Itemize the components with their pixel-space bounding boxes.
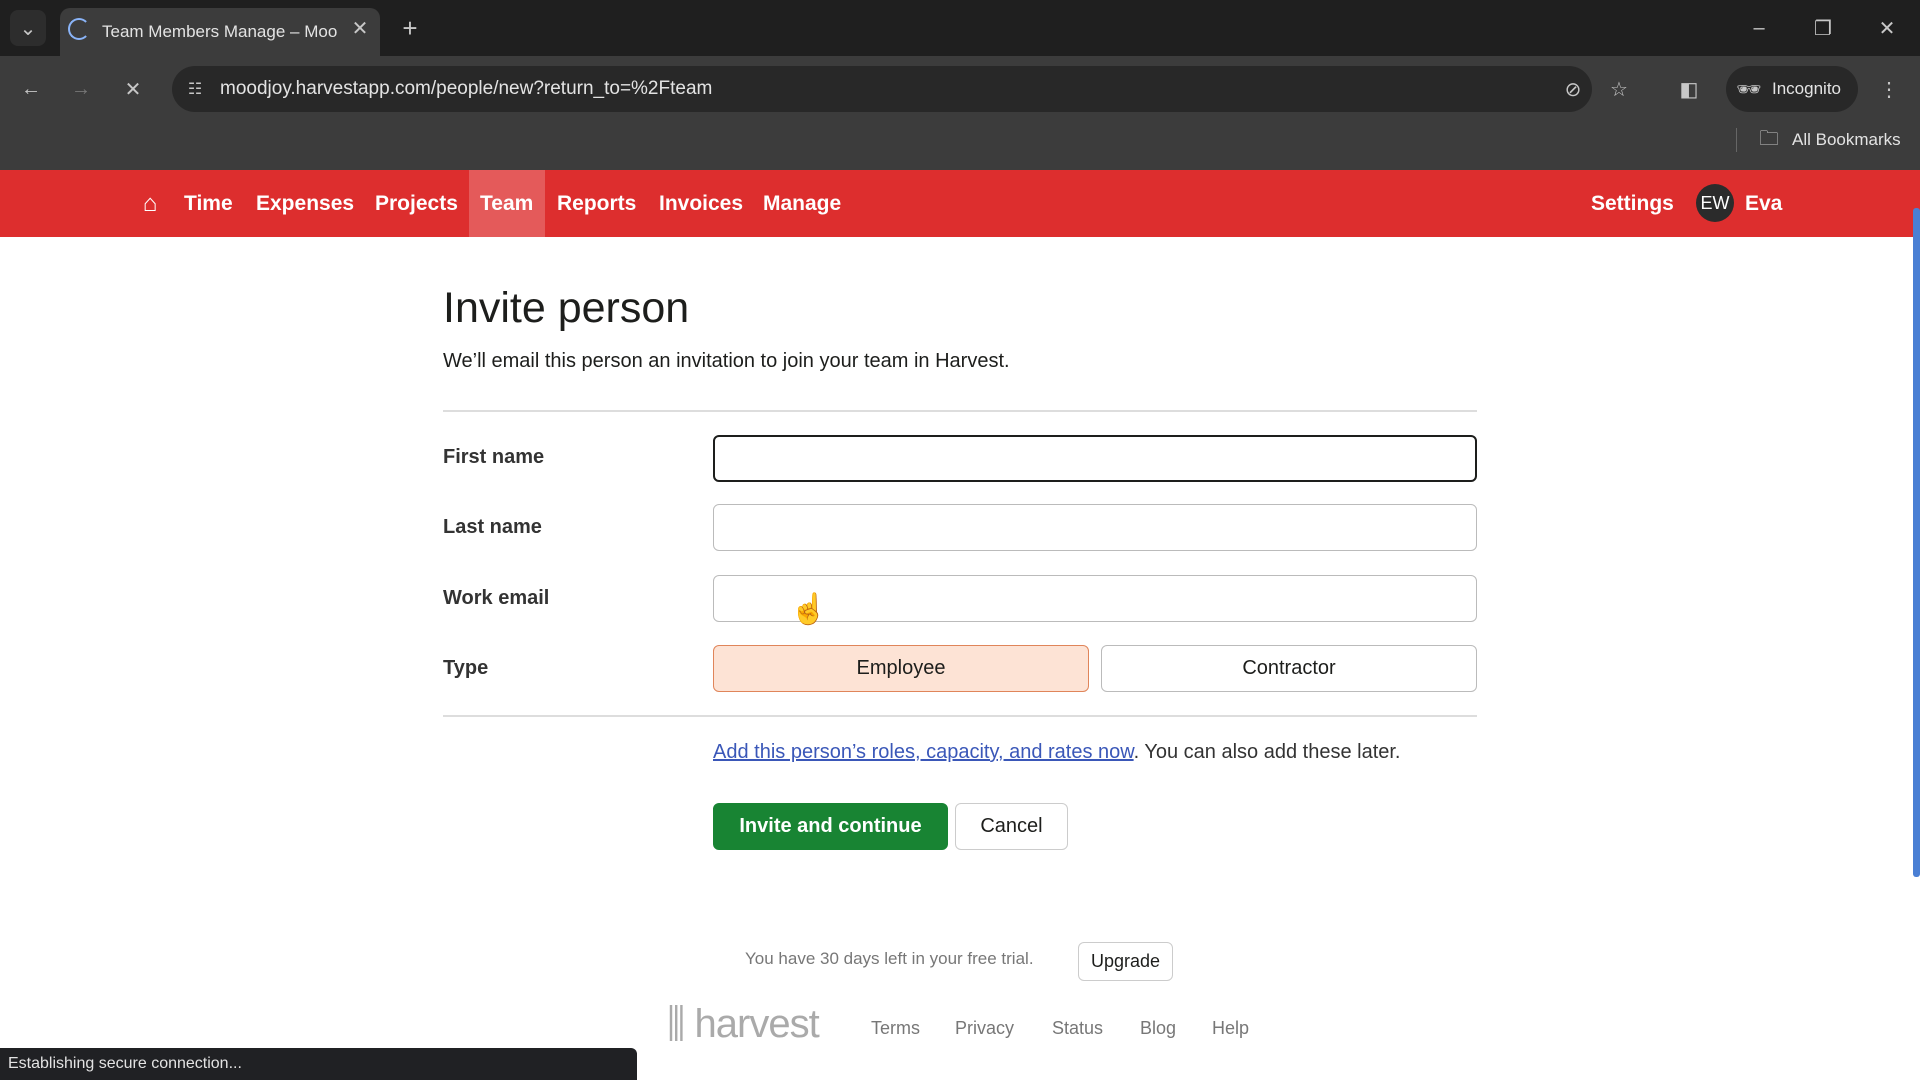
- scrollbar[interactable]: [1913, 208, 1920, 877]
- footer-help[interactable]: Help: [1212, 1018, 1249, 1039]
- forward-icon[interactable]: →: [66, 74, 96, 104]
- harvest-logo[interactable]: ⫼ harvest: [667, 1002, 820, 1047]
- trial-notice: You have 30 days left in your free trial…: [745, 949, 1034, 968]
- new-tab-icon[interactable]: +: [396, 13, 424, 43]
- site-settings-icon[interactable]: ☷: [180, 74, 210, 104]
- hand-cursor-icon: ☝: [790, 593, 828, 626]
- user-name[interactable]: Eva: [1734, 170, 1793, 237]
- first-name-label: First name: [443, 446, 545, 468]
- footer-blog[interactable]: Blog: [1140, 1018, 1176, 1039]
- work-email-label: Work email: [443, 587, 550, 609]
- window-close-icon[interactable]: ✕: [1872, 14, 1902, 42]
- incognito-icon: 🕶: [1736, 78, 1762, 101]
- last-name-label: Last name: [443, 516, 542, 538]
- minimize-icon[interactable]: –: [1744, 14, 1774, 42]
- nav-reports[interactable]: Reports: [546, 170, 647, 237]
- add-roles-link[interactable]: Add this person’s roles, capacity, and r…: [713, 741, 1134, 763]
- cancel-button[interactable]: Cancel: [955, 803, 1068, 850]
- type-contractor-button[interactable]: Contractor: [1101, 645, 1477, 692]
- browser-status-bar: Establishing secure connection...: [0, 1048, 637, 1080]
- avatar[interactable]: EW: [1696, 184, 1734, 222]
- footer-privacy[interactable]: Privacy: [955, 1018, 1014, 1039]
- work-email-input[interactable]: [713, 575, 1477, 622]
- add-details-suffix: . You can also add these later.: [1133, 741, 1401, 763]
- footer-terms[interactable]: Terms: [871, 1018, 920, 1039]
- nav-manage[interactable]: Manage: [752, 170, 852, 237]
- incognito-label: Incognito: [1772, 79, 1841, 98]
- nav-projects[interactable]: Projects: [364, 170, 469, 237]
- stop-loading-icon[interactable]: ✕: [118, 74, 148, 104]
- logo-text: harvest: [694, 1002, 820, 1046]
- loading-icon: [68, 18, 90, 40]
- menu-icon[interactable]: ⋮: [1876, 74, 1902, 104]
- invite-and-continue-button[interactable]: Invite and continue: [713, 803, 948, 850]
- page-title: Invite person: [443, 284, 690, 332]
- first-name-input[interactable]: [713, 435, 1477, 482]
- footer-status[interactable]: Status: [1052, 1018, 1103, 1039]
- divider: [443, 410, 1477, 412]
- divider: [443, 715, 1477, 717]
- type-label: Type: [443, 657, 489, 679]
- nav-team[interactable]: Team: [469, 170, 545, 237]
- nav-invoices[interactable]: Invoices: [648, 170, 754, 237]
- tab-search-button[interactable]: ⌄: [10, 10, 46, 46]
- nav-expenses[interactable]: Expenses: [245, 170, 365, 237]
- page-subtitle: We’ll email this person an invitation to…: [443, 350, 1010, 372]
- url-text[interactable]: moodjoy.harvestapp.com/people/new?return…: [220, 66, 712, 112]
- upgrade-button[interactable]: Upgrade: [1078, 942, 1173, 981]
- eye-off-icon[interactable]: ⊘: [1558, 74, 1588, 104]
- tab-title: Team Members Manage – Moo: [102, 22, 338, 41]
- home-icon[interactable]: ⌂: [136, 190, 164, 218]
- type-employee-button[interactable]: Employee: [713, 645, 1089, 692]
- add-details-text: Add this person’s roles, capacity, and r…: [713, 741, 1400, 764]
- nav-time[interactable]: Time: [173, 170, 244, 237]
- folder-icon: 🗀: [1759, 128, 1779, 150]
- side-panel-icon[interactable]: ◧: [1674, 74, 1704, 104]
- last-name-input[interactable]: [713, 504, 1477, 551]
- back-icon[interactable]: ←: [16, 74, 46, 104]
- restore-icon[interactable]: ❐: [1808, 14, 1838, 42]
- browser-tab[interactable]: Team Members Manage – Moo: [60, 8, 380, 56]
- all-bookmarks[interactable]: All Bookmarks: [1792, 130, 1901, 150]
- divider: [1736, 128, 1737, 152]
- close-tab-icon[interactable]: ✕: [348, 16, 372, 40]
- nav-settings[interactable]: Settings: [1580, 170, 1685, 237]
- star-icon[interactable]: ☆: [1604, 74, 1634, 104]
